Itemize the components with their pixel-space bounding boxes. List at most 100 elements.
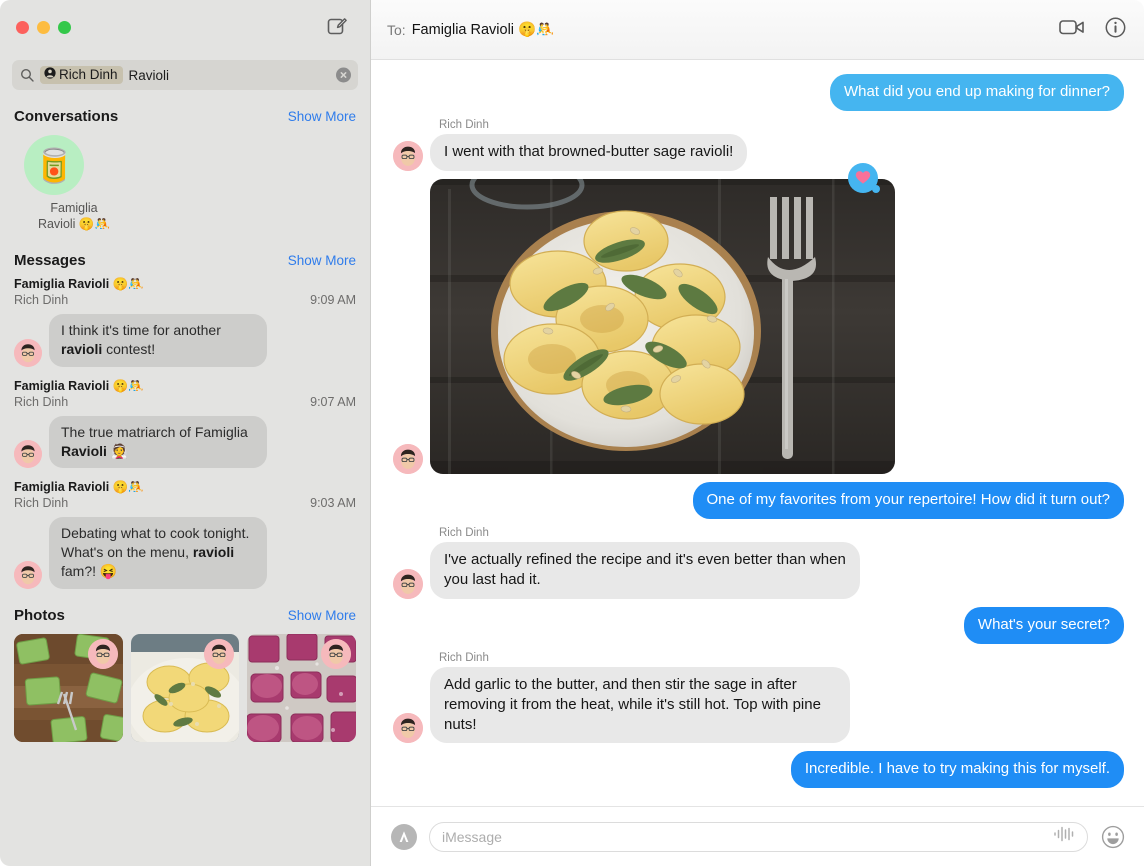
message-bubble-incoming[interactable]: I've actually refined the recipe and it'…	[430, 542, 860, 599]
message-result-header: Famiglia Ravioli 🤫🤼	[14, 379, 356, 394]
photos-list	[0, 630, 370, 756]
messages-show-more[interactable]: Show More	[288, 253, 356, 268]
message-bubble-outgoing[interactable]: One of my favorites from your repertoire…	[693, 482, 1125, 519]
avatar	[321, 639, 351, 669]
avatar	[14, 561, 42, 589]
message-result-subheader: Rich Dinh 9:07 AM	[14, 394, 356, 409]
message-result-sender: Rich Dinh	[14, 293, 68, 307]
message-bubble-outgoing[interactable]: What did you end up making for dinner?	[830, 74, 1124, 111]
sidebar: Rich Dinh Ravioli Conversations Show Mor…	[0, 0, 371, 866]
message-result-body: The true matriarch of Famiglia Ravioli 👰	[14, 416, 356, 469]
conversations-show-more[interactable]: Show More	[288, 109, 356, 124]
message-input-placeholder: iMessage	[442, 829, 1053, 845]
preview-post: 👰	[107, 443, 128, 459]
message-bubble-outgoing[interactable]: Incredible. I have to try making this fo…	[791, 751, 1124, 788]
message-result-time: 9:03 AM	[310, 496, 356, 510]
incoming-group: Rich Dinh I went with that browned-butte…	[393, 119, 747, 171]
conversation-header: To: Famiglia Ravioli 🤫🤼	[371, 0, 1144, 60]
message-row-incoming: Rich Dinh Add garlic to the butter, and …	[393, 652, 1124, 744]
minimize-button[interactable]	[37, 21, 50, 34]
avatar	[393, 569, 423, 599]
canned-food-icon: 🥫	[33, 149, 74, 182]
photo-thumbnail-2[interactable]	[247, 634, 356, 742]
tapback-heart-icon[interactable]	[848, 163, 878, 193]
message-bubble-incoming[interactable]: Add garlic to the butter, and then stir …	[430, 667, 850, 744]
message-result-1[interactable]: Famiglia Ravioli 🤫🤼 Rich Dinh 9:07 AM Th…	[0, 377, 370, 479]
message-row-outgoing: What's your secret?	[393, 607, 1124, 644]
conversation-pane: To: Famiglia Ravioli 🤫🤼	[371, 0, 1144, 866]
to-label: To:	[387, 22, 406, 38]
message-result-subheader: Rich Dinh 9:09 AM	[14, 292, 356, 307]
header-actions	[1059, 17, 1126, 43]
message-result-group: Famiglia Ravioli 🤫🤼	[14, 277, 144, 292]
emoji-smiley-icon[interactable]	[1100, 824, 1126, 850]
incoming-line: I went with that browned-butter sage rav…	[393, 134, 747, 171]
preview-post: contest!	[102, 341, 155, 357]
zoom-button[interactable]	[58, 21, 71, 34]
group-avatar: 🥫	[24, 135, 84, 195]
message-result-2[interactable]: Famiglia Ravioli 🤫🤼 Rich Dinh 9:03 AM De…	[0, 478, 370, 598]
photo-thumbnail-0[interactable]	[14, 634, 123, 742]
audio-waveform-icon[interactable]	[1053, 826, 1075, 847]
info-icon[interactable]	[1105, 17, 1126, 43]
messages-section-header: Messages Show More	[0, 244, 370, 275]
message-result-0[interactable]: Famiglia Ravioli 🤫🤼 Rich Dinh 9:09 AM I …	[0, 275, 370, 377]
message-result-header: Famiglia Ravioli 🤫🤼	[14, 277, 356, 292]
contact-icon	[44, 67, 56, 82]
photo-attachment[interactable]	[430, 179, 895, 474]
incoming-line: I've actually refined the recipe and it'…	[393, 542, 860, 599]
preview-match: ravioli	[61, 341, 102, 357]
app-store-icon[interactable]	[391, 824, 417, 850]
traffic-lights	[16, 21, 71, 34]
messages-title: Messages	[14, 252, 86, 269]
incoming-group: Rich Dinh I've actually refined the reci…	[393, 527, 860, 599]
conversation-item-famiglia-ravioli[interactable]: 🥫 Famiglia Ravioli 🤫🤼	[14, 135, 134, 232]
message-row-incoming: Rich Dinh I've actually refined the reci…	[393, 527, 1124, 599]
avatar	[88, 639, 118, 669]
window-titlebar	[0, 0, 370, 60]
avatar	[14, 440, 42, 468]
message-row-incoming: Rich Dinh I went with that browned-butte…	[393, 119, 1124, 171]
preview-pre: The true matriarch of Famiglia	[61, 424, 248, 440]
preview-match: ravioli	[193, 544, 234, 560]
conversations-title: Conversations	[14, 108, 118, 125]
avatar	[14, 339, 42, 367]
video-camera-icon[interactable]	[1059, 17, 1085, 42]
message-result-preview: The true matriarch of Famiglia Ravioli 👰	[49, 416, 267, 469]
preview-post: fam?! 😝	[61, 563, 117, 579]
conversation-name-line2: Ravioli 🤫🤼	[14, 217, 134, 233]
preview-match: Ravioli	[61, 443, 107, 459]
photos-section-header: Photos Show More	[0, 599, 370, 630]
sidebar-results: Conversations Show More 🥫 Famiglia Ravio…	[0, 100, 370, 866]
message-result-group: Famiglia Ravioli 🤫🤼	[14, 480, 144, 495]
conversation-item-label: Famiglia Ravioli 🤫🤼	[14, 201, 134, 232]
message-thread[interactable]: What did you end up making for dinner? R…	[371, 60, 1144, 806]
messages-window: Rich Dinh Ravioli Conversations Show Mor…	[0, 0, 1144, 866]
search-query-text: Ravioli	[129, 68, 170, 83]
incoming-line: Add garlic to the butter, and then stir …	[393, 667, 850, 744]
message-result-sender: Rich Dinh	[14, 496, 68, 510]
message-result-subheader: Rich Dinh 9:03 AM	[14, 495, 356, 510]
incoming-group: Rich Dinh Add garlic to the butter, and …	[393, 652, 850, 744]
clear-icon[interactable]	[336, 68, 351, 83]
message-result-body: I think it's time for another ravioli co…	[14, 314, 356, 367]
message-bubble-outgoing[interactable]: What's your secret?	[964, 607, 1124, 644]
photo-thumbnail-1[interactable]	[131, 634, 240, 742]
avatar	[393, 444, 423, 474]
message-result-preview: Debating what to cook tonight. What's on…	[49, 517, 267, 588]
conversations-section-header: Conversations Show More	[0, 100, 370, 131]
recipient-name[interactable]: Famiglia Ravioli 🤫🤼	[412, 21, 554, 38]
conversations-list: 🥫 Famiglia Ravioli 🤫🤼	[0, 131, 370, 244]
message-result-group: Famiglia Ravioli 🤫🤼	[14, 379, 144, 394]
message-result-body: Debating what to cook tonight. What's on…	[14, 517, 356, 588]
preview-pre: I think it's time for another	[61, 322, 221, 338]
compose-icon[interactable]	[324, 13, 350, 39]
photos-show-more[interactable]: Show More	[288, 608, 356, 623]
close-button[interactable]	[16, 21, 29, 34]
search-token-label: Rich Dinh	[59, 67, 118, 82]
message-sender-name: Rich Dinh	[439, 527, 860, 539]
search-token-contact[interactable]: Rich Dinh	[40, 66, 123, 84]
message-bubble-incoming[interactable]: I went with that browned-butter sage rav…	[430, 134, 747, 171]
message-input[interactable]: iMessage	[429, 822, 1088, 852]
search-input[interactable]: Rich Dinh Ravioli	[12, 60, 358, 90]
